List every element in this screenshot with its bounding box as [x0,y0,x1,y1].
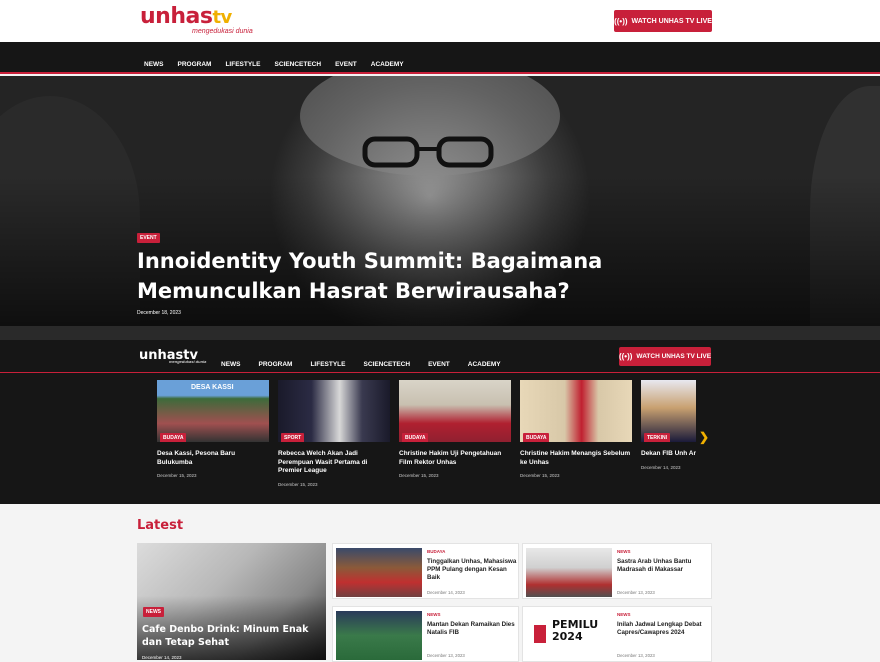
watch-live-label: WATCH UNHAS TV LIVE [631,17,712,25]
sticky-logo-tagline: mengedukasi dunia [169,359,207,364]
sticky-nav-program[interactable]: PROGRAM [259,361,293,368]
sticky-nav-sciencetech[interactable]: SCIENCETECH [363,361,410,368]
nav-news[interactable]: NEWS [144,61,164,68]
thumb-text: PEMILU 2024 [552,618,599,643]
card-image: DESA KASSI BUDAYA [157,380,269,442]
hero-title[interactable]: Innoidentity Youth Summit: Bagaimana Mem… [137,246,657,306]
carousel-card[interactable]: BUDAYA Christine Hakim Uji Pengetahuan F… [399,380,511,478]
site-logo[interactable]: unhastv mengedukasi dunia [140,4,253,38]
latest-thumb [336,611,422,660]
card-date: December 14, 2023 [641,464,681,470]
latest-item[interactable]: NEWS Mantan Dekan Ramaikan Dies Natalis … [332,606,519,662]
sticky-watch-live-label: WATCH UNHAS TV LIVE [636,353,712,360]
latest-thumb [336,548,422,597]
latest-title[interactable]: Mantan Dekan Ramaikan Dies Natalis FIB [427,621,517,637]
card-image: TERKINI [641,380,696,442]
card-date: December 15, 2023 [278,481,318,487]
logo-text: unhas [140,4,213,29]
card-image: BUDAYA [520,380,632,442]
latest-date: December 14, 2023 [427,590,465,595]
featured-category[interactable]: NEWS [143,607,164,617]
card-title[interactable]: Dekan FIB Unh Anak Sulungn [641,450,696,459]
main-nav: NEWS PROGRAM LIFESTYLE SCIENCETECH EVENT… [0,42,880,74]
card-date: December 15, 2023 [399,473,439,478]
card-category[interactable]: TERKINI [644,433,670,442]
latest-category[interactable]: NEWS [617,612,631,617]
latest-category[interactable]: BUDAYA [427,549,445,554]
watch-live-button[interactable]: ((•)) WATCH UNHAS TV LIVE [614,10,712,32]
latest-thumb: PEMILU 2024 [526,611,612,660]
carousel-card[interactable]: DESA KASSI BUDAYA Desa Kassi, Pesona Bar… [157,380,269,478]
nav-program[interactable]: PROGRAM [178,61,212,68]
card-image: BUDAYA [399,380,511,442]
top-header: unhastv mengedukasi dunia ((•)) WATCH UN… [0,0,880,42]
nav-event[interactable]: EVENT [335,61,357,68]
latest-category[interactable]: NEWS [427,612,441,617]
latest-title[interactable]: Tinggalkan Unhas, Mahasiswa PPM Pulang d… [427,558,517,583]
card-category[interactable]: BUDAYA [523,433,550,442]
latest-date: December 13, 2023 [617,653,655,658]
featured-title[interactable]: Cafe Denbo Drink: Minum Enak dan Tetap S… [142,623,322,649]
latest-date: December 13, 2023 [427,653,465,658]
card-title[interactable]: Christine Hakim Menangis Sebelum ke Unha… [520,450,632,467]
broadcast-icon: ((•)) [618,352,633,361]
latest-item[interactable]: PEMILU 2024 NEWS Inilah Jadwal Lengkap D… [522,606,712,662]
card-date: December 15, 2023 [157,473,197,478]
featured-date: December 14, 2023 [142,655,182,660]
card-category[interactable]: SPORT [281,433,305,442]
carousel-card[interactable]: BUDAYA Christine Hakim Menangis Sebelum … [520,380,632,478]
sticky-nav-lifestyle[interactable]: LIFESTYLE [310,361,345,368]
nav-lifestyle[interactable]: LIFESTYLE [225,61,260,68]
latest-title[interactable]: Sastra Arab Unhas Bantu Madrasah di Maka… [617,558,707,574]
card-category[interactable]: BUDAYA [402,433,429,442]
featured-latest-article[interactable]: NEWS Cafe Denbo Drink: Minum Enak dan Te… [137,543,326,660]
latest-category[interactable]: NEWS [617,549,631,554]
card-image: SPORT [278,380,390,442]
latest-item[interactable]: BUDAYA Tinggalkan Unhas, Mahasiswa PPM P… [332,543,519,599]
sticky-nav-event[interactable]: EVENT [428,361,450,368]
logo-tagline: mengedukasi dunia [192,28,253,35]
nav-academy[interactable]: ACADEMY [371,61,404,68]
card-category[interactable]: BUDAYA [160,433,187,442]
sticky-nav: unhastv mengedukasi dunia NEWS PROGRAM L… [0,340,880,373]
broadcast-icon: ((•)) [614,16,628,26]
card-title[interactable]: Desa Kassi, Pesona Baru Bulukumba [157,450,269,467]
sticky-logo[interactable]: unhastv mengedukasi dunia [139,346,206,364]
sticky-nav-news[interactable]: NEWS [221,361,241,368]
carousel-card[interactable]: TERKINI Dekan FIB Unh Anak Sulungn Decem… [641,380,696,470]
card-title[interactable]: Rebecca Welch Akan Jadi Perempuan Wasit … [278,450,390,476]
sticky-watch-live-button[interactable]: ((•)) WATCH UNHAS TV LIVE [619,347,711,366]
hero-date: December 18, 2023 [137,310,181,316]
latest-title[interactable]: Inilah Jadwal Lengkap Debat Capres/Cawap… [617,621,707,637]
logo-tv: tv [212,7,232,28]
hero-category-badge[interactable]: EVENT [137,233,160,243]
ballot-box-icon [534,625,546,643]
sticky-nav-academy[interactable]: ACADEMY [468,361,501,368]
card-title[interactable]: Christine Hakim Uji Pengetahuan Film Rek… [399,450,511,467]
latest-thumb [526,548,612,597]
hero-bottom-strip [0,326,880,340]
carousel-next-chevron-right-icon[interactable]: ❯ [699,430,709,444]
latest-heading: Latest [137,518,184,533]
carousel-card[interactable]: SPORT Rebecca Welch Akan Jadi Perempuan … [278,380,390,487]
card-date: December 15, 2023 [520,473,560,478]
latest-date: December 13, 2023 [617,590,655,595]
nav-sciencetech[interactable]: SCIENCETECH [274,61,321,68]
card-image-text: DESA KASSI [191,384,234,391]
latest-item[interactable]: NEWS Sastra Arab Unhas Bantu Madrasah di… [522,543,712,599]
